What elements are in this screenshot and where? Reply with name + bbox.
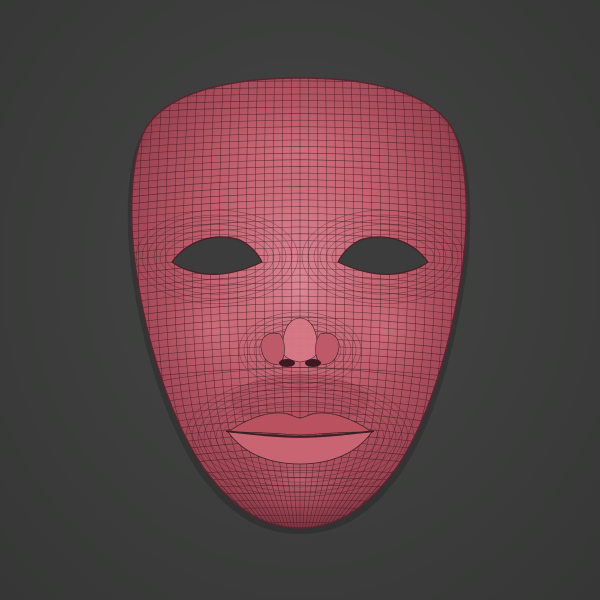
render-viewport: [0, 0, 600, 600]
left-nostril: [279, 359, 295, 367]
right-nostril: [305, 359, 321, 367]
face-mask-model: [127, 77, 471, 534]
